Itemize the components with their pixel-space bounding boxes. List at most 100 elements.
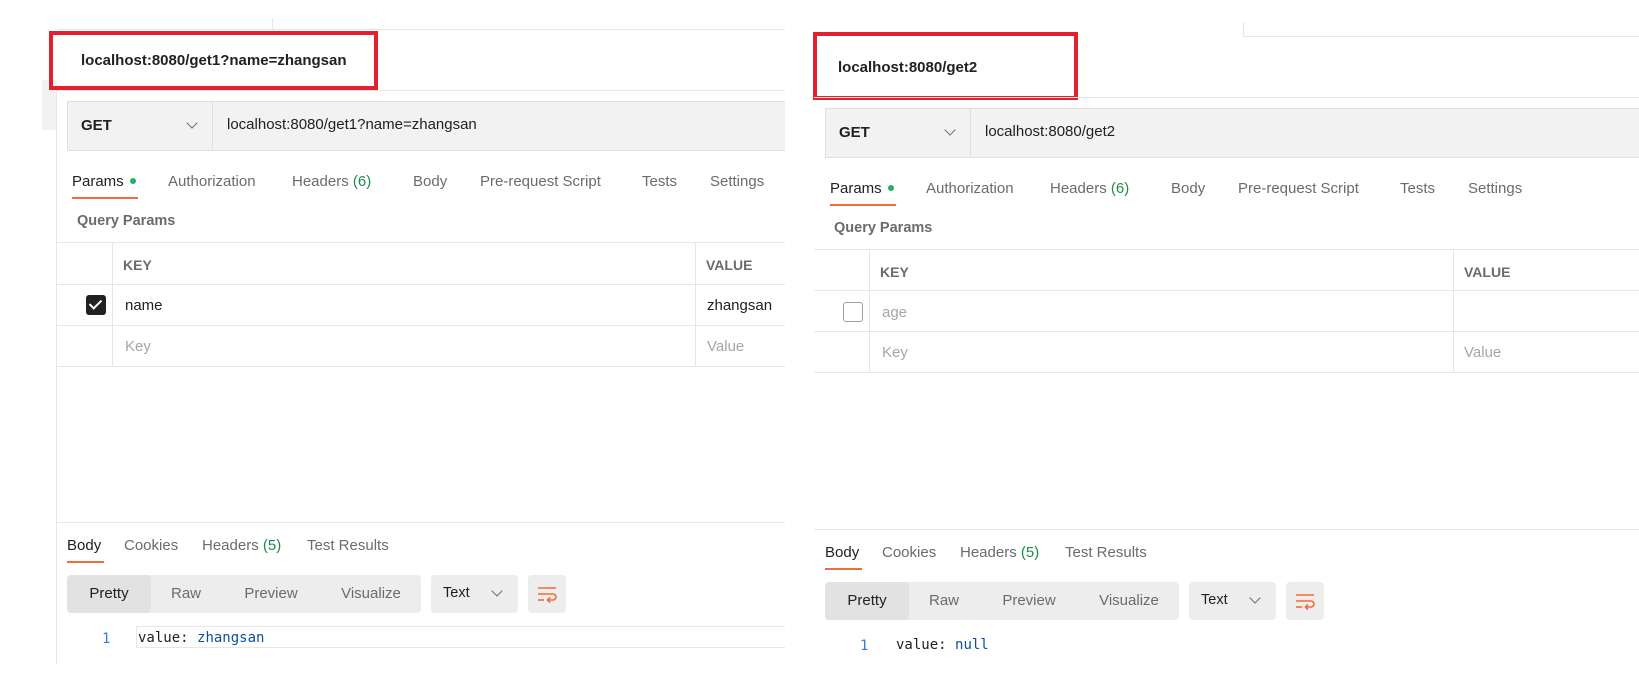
format-select[interactable]: Text (431, 575, 518, 613)
new-value-input[interactable]: Value (1464, 344, 1501, 361)
view-mode-preview[interactable]: Preview (221, 575, 321, 613)
chevron-down-icon (944, 124, 956, 136)
chevron-down-icon (491, 585, 503, 597)
params-active-dot (129, 178, 136, 185)
table-border (57, 366, 785, 367)
tab-pre-request-script[interactable]: Pre-request Script (1238, 180, 1359, 197)
request-tab-title[interactable]: localhost:8080/get2 (838, 59, 977, 76)
param-enabled-checkbox[interactable] (86, 295, 106, 315)
active-response-tab-indicator (825, 568, 862, 570)
table-border (814, 290, 1639, 291)
response-divider (814, 529, 1639, 530)
tab-params[interactable]: Params (72, 173, 136, 190)
active-response-tab-indicator (67, 561, 104, 563)
response-headers-label: Headers (202, 537, 259, 554)
view-mode-visualize[interactable]: Visualize (1079, 582, 1179, 620)
table-border (57, 325, 785, 326)
table-border (814, 372, 1639, 373)
chevron-down-icon (1249, 592, 1261, 604)
tab-tests[interactable]: Tests (642, 173, 677, 190)
response-tab-headers[interactable]: Headers (5) (202, 537, 281, 554)
tab-authorization[interactable]: Authorization (926, 180, 1014, 197)
response-tab-cookies[interactable]: Cookies (882, 544, 936, 561)
response-body-text: value: zhangsan (138, 630, 264, 646)
param-enabled-checkbox[interactable] (843, 302, 863, 322)
top-divider (1243, 22, 1244, 36)
format-label: Text (1201, 592, 1228, 608)
headers-count: (6) (352, 173, 372, 190)
tab-params-label: Params (830, 180, 882, 197)
code-key: value: (896, 637, 947, 653)
view-mode-pretty[interactable]: Pretty (825, 582, 909, 620)
tab-headers[interactable]: Headers (6) (1050, 180, 1129, 197)
wrap-icon (538, 587, 557, 604)
tab-body[interactable]: Body (413, 173, 447, 190)
response-tab-test-results[interactable]: Test Results (307, 537, 389, 554)
value-column-header: VALUE (1464, 264, 1511, 280)
header-divider (814, 97, 1639, 98)
view-mode-raw[interactable]: Raw (151, 575, 221, 613)
response-tab-headers[interactable]: Headers (5) (960, 544, 1039, 561)
param-key-cell[interactable]: age (882, 304, 907, 321)
line-number: 1 (102, 631, 111, 647)
key-column-header: KEY (123, 257, 152, 273)
param-key-cell[interactable]: name (125, 297, 163, 314)
response-tab-body[interactable]: Body (67, 537, 101, 554)
view-mode-visualize[interactable]: Visualize (321, 575, 421, 613)
active-tab-indicator (72, 197, 138, 199)
query-params-label: Query Params (834, 220, 933, 236)
view-mode-switch: Pretty Raw Preview Visualize (67, 575, 421, 613)
request-panel-right: localhost:8080/get2 GET localhost:8080/g… (813, 0, 1639, 694)
param-value-cell[interactable]: zhangsan (707, 297, 772, 314)
new-key-input[interactable]: Key (882, 344, 908, 361)
view-mode-raw[interactable]: Raw (909, 582, 979, 620)
line-number: 1 (860, 638, 869, 654)
table-border (57, 242, 785, 243)
new-value-input[interactable]: Value (707, 338, 744, 355)
url-bar: GET localhost:8080/get2 (825, 108, 1639, 158)
response-tabs: Body Cookies Headers (5) Test Results (825, 544, 1639, 568)
format-label: Text (443, 585, 470, 601)
tab-params[interactable]: Params (830, 180, 894, 197)
method-select[interactable]: GET (826, 109, 971, 157)
url-input[interactable]: localhost:8080/get1?name=zhangsan (227, 116, 477, 133)
request-tabs: Params Authorization Headers (6) Body Pr… (830, 180, 1639, 204)
panel-border (56, 84, 57, 664)
response-tab-cookies[interactable]: Cookies (124, 537, 178, 554)
code-key: value: (138, 630, 189, 646)
request-tab-title[interactable]: localhost:8080/get1?name=zhangsan (81, 52, 347, 69)
tab-body[interactable]: Body (1171, 180, 1205, 197)
url-input[interactable]: localhost:8080/get2 (985, 123, 1115, 140)
method-label: GET (81, 117, 112, 134)
method-select[interactable]: GET (68, 102, 213, 150)
tab-settings[interactable]: Settings (710, 173, 764, 190)
response-headers-count: (5) (262, 537, 282, 554)
top-divider (272, 18, 273, 30)
wrap-lines-button[interactable] (1286, 582, 1324, 620)
tab-settings[interactable]: Settings (1468, 180, 1522, 197)
format-select[interactable]: Text (1189, 582, 1276, 620)
response-divider (57, 522, 785, 523)
response-tabs: Body Cookies Headers (5) Test Results (67, 537, 785, 561)
table-border (814, 331, 1639, 332)
wrap-lines-button[interactable] (528, 575, 566, 613)
response-tab-body[interactable]: Body (825, 544, 859, 561)
response-tab-test-results[interactable]: Test Results (1065, 544, 1147, 561)
tab-headers[interactable]: Headers (6) (292, 173, 371, 190)
table-border (869, 249, 870, 373)
view-mode-preview[interactable]: Preview (979, 582, 1079, 620)
key-column-header: KEY (880, 264, 909, 280)
tab-tests[interactable]: Tests (1400, 180, 1435, 197)
view-mode-switch: Pretty Raw Preview Visualize (825, 582, 1179, 620)
top-divider (58, 29, 785, 30)
response-headers-label: Headers (960, 544, 1017, 561)
url-bar: GET localhost:8080/get1?name=zhangsan (67, 101, 785, 151)
table-border (112, 242, 113, 366)
tab-authorization[interactable]: Authorization (168, 173, 256, 190)
chevron-down-icon (186, 117, 198, 129)
table-border (814, 249, 1639, 250)
tab-headers-label: Headers (1050, 180, 1107, 197)
new-key-input[interactable]: Key (125, 338, 151, 355)
tab-pre-request-script[interactable]: Pre-request Script (480, 173, 601, 190)
view-mode-pretty[interactable]: Pretty (67, 575, 151, 613)
